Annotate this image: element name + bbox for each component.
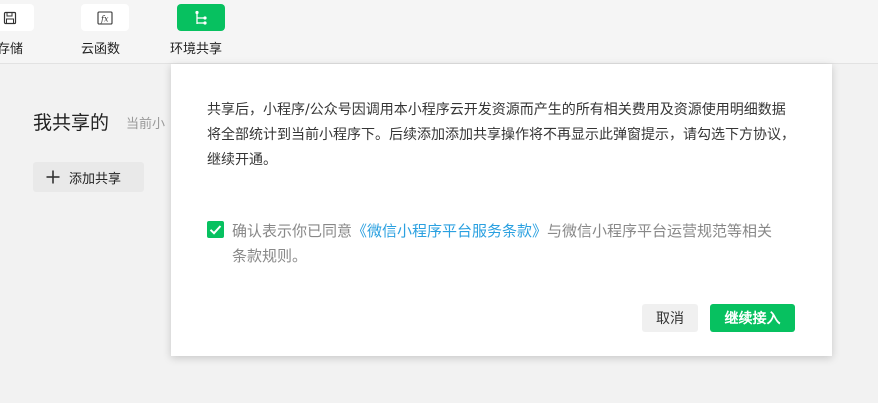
tool-cloud-functions-label: 云函数 xyxy=(81,42,121,57)
page-subtitle: 当前小 xyxy=(126,117,166,132)
check-icon xyxy=(209,225,222,235)
agreement-text: 确认表示你已同意《微信小程序平台服务条款》与微信小程序平台运营规范等相关条款规则… xyxy=(207,219,782,269)
tool-storage[interactable]: 存储 xyxy=(0,0,60,63)
floppy-disk-icon xyxy=(3,11,17,24)
storage-icon-box[interactable] xyxy=(0,4,34,31)
agreement-prefix: 确认表示你已同意 xyxy=(232,222,353,240)
share-confirm-dialog: 共享后，小程序/公众号因调用本小程序云开发资源而产生的所有相关费用及资源使用明细… xyxy=(171,64,832,356)
agreement-row: 确认表示你已同意《微信小程序平台服务条款》与微信小程序平台运营规范等相关条款规则… xyxy=(207,219,782,269)
page-title: 我共享的 xyxy=(33,112,110,134)
continue-button[interactable]: 继续接入 xyxy=(710,304,795,332)
dialog-notice-text: 共享后，小程序/公众号因调用本小程序云开发资源而产生的所有相关费用及资源使用明细… xyxy=(207,102,795,168)
tool-env-share[interactable]: 环境共享 xyxy=(170,0,240,63)
share-branch-icon xyxy=(195,10,207,25)
toolbar: 存储 fx 云函数 环境共享 xyxy=(0,0,878,64)
fx-icon: fx xyxy=(97,10,113,25)
add-share-label: 添加共享 xyxy=(69,171,122,187)
plus-icon xyxy=(46,170,60,184)
cloud-functions-icon-box[interactable]: fx xyxy=(81,4,129,31)
tool-cloud-functions[interactable]: fx 云函数 xyxy=(79,0,139,63)
agreement-checkbox[interactable] xyxy=(207,221,224,238)
env-share-icon-box[interactable] xyxy=(177,4,225,31)
tool-env-share-label: 环境共享 xyxy=(170,42,223,57)
tool-storage-label: 存储 xyxy=(0,42,24,57)
cancel-button[interactable]: 取消 xyxy=(642,304,698,332)
add-share-button[interactable]: 添加共享 xyxy=(33,162,144,192)
svg-text:fx: fx xyxy=(100,14,109,23)
terms-link[interactable]: 《微信小程序平台服务条款》 xyxy=(352,222,547,240)
